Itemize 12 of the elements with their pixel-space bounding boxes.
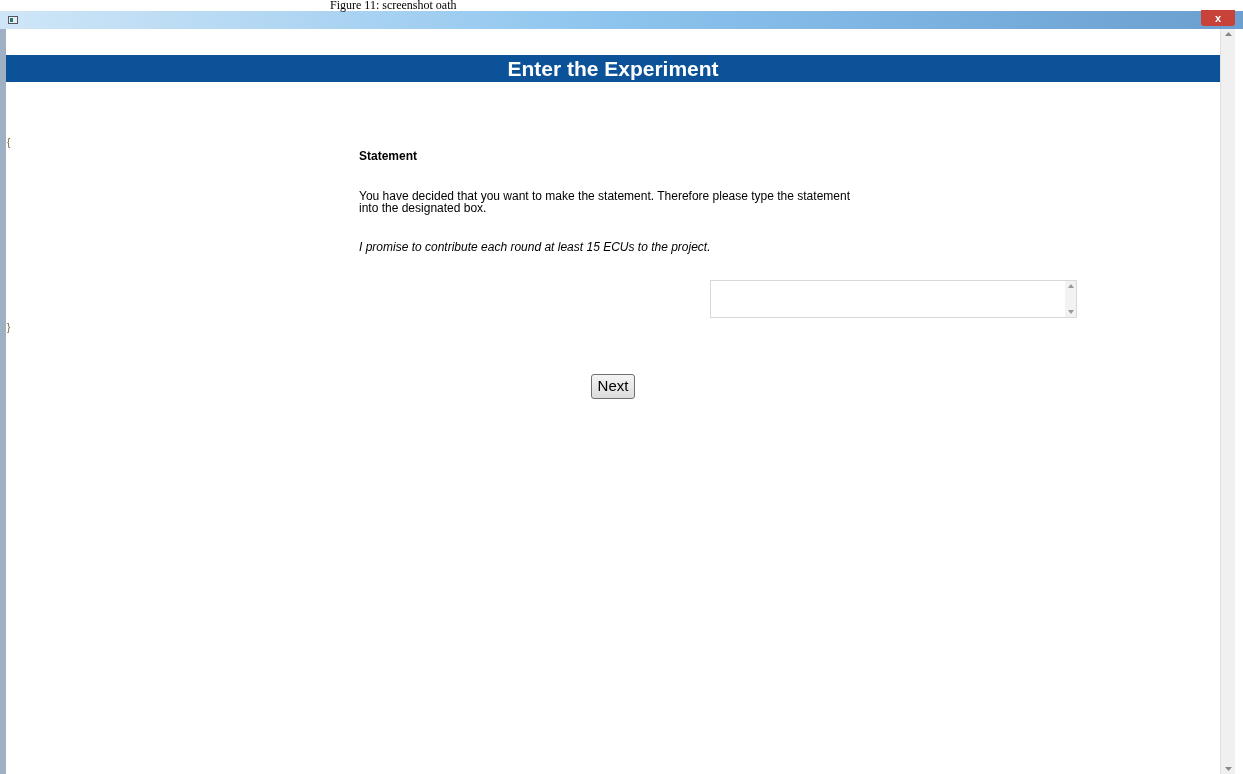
scroll-down-icon[interactable] — [1224, 767, 1232, 771]
window-icon — [8, 16, 18, 24]
statement-text: I promise to contribute each round at least 15 ECUs to the project. — [359, 240, 712, 254]
bracket-mark: } — [7, 322, 11, 334]
bracket-mark: { — [7, 137, 11, 149]
section-heading: Statement — [359, 149, 418, 163]
instruction-text: You have decided that you want to make the statement. Therefore please type the statement into the designated box. — [359, 190, 851, 214]
scroll-up-icon[interactable] — [1224, 32, 1232, 36]
figure-caption: Figure 11: screenshot oath — [330, 0, 457, 11]
next-button[interactable]: Next — [590, 374, 636, 399]
close-button[interactable]: x — [1201, 10, 1235, 26]
banner: Enter the Experiment — [6, 55, 1220, 82]
